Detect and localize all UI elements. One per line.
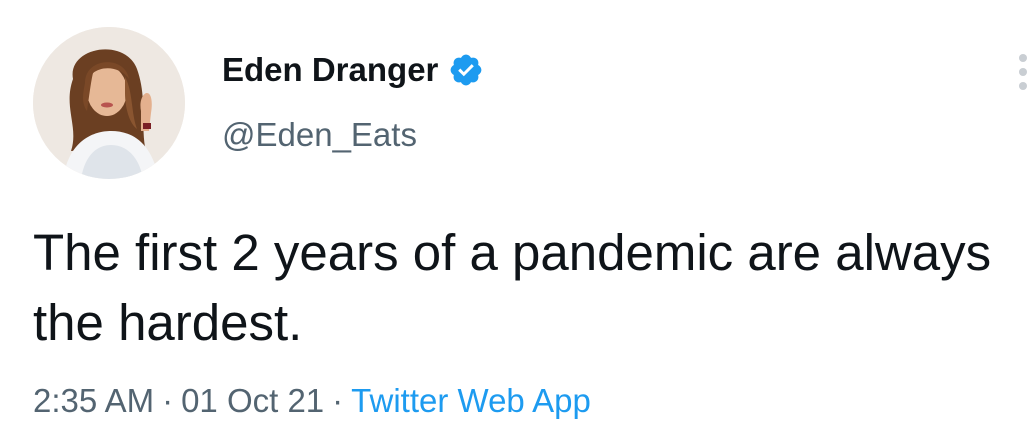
tweet-source-link[interactable]: Twitter Web App: [351, 382, 591, 419]
tweet-time[interactable]: 2:35 AM: [33, 382, 154, 419]
more-options-icon[interactable]: [1016, 50, 1030, 94]
tweet-text: The first 2 years of a pandemic are alwa…: [33, 224, 992, 351]
tweet-date[interactable]: 01 Oct 21: [181, 382, 324, 419]
tweet-card: Eden Dranger @Eden_Eats The first 2 year…: [0, 0, 1030, 447]
tweet-meta: 2:35 AM · 01 Oct 21 · Twitter Web App: [33, 379, 591, 423]
profile-photo-icon: [33, 27, 185, 179]
verified-badge-icon: [448, 52, 484, 88]
author-display-name[interactable]: Eden Dranger: [222, 50, 438, 90]
meta-separator: ·: [162, 382, 174, 419]
author-handle[interactable]: @Eden_Eats: [222, 115, 417, 155]
avatar[interactable]: [33, 27, 185, 179]
author-name-row: Eden Dranger: [222, 50, 484, 90]
meta-separator: ·: [332, 382, 344, 419]
